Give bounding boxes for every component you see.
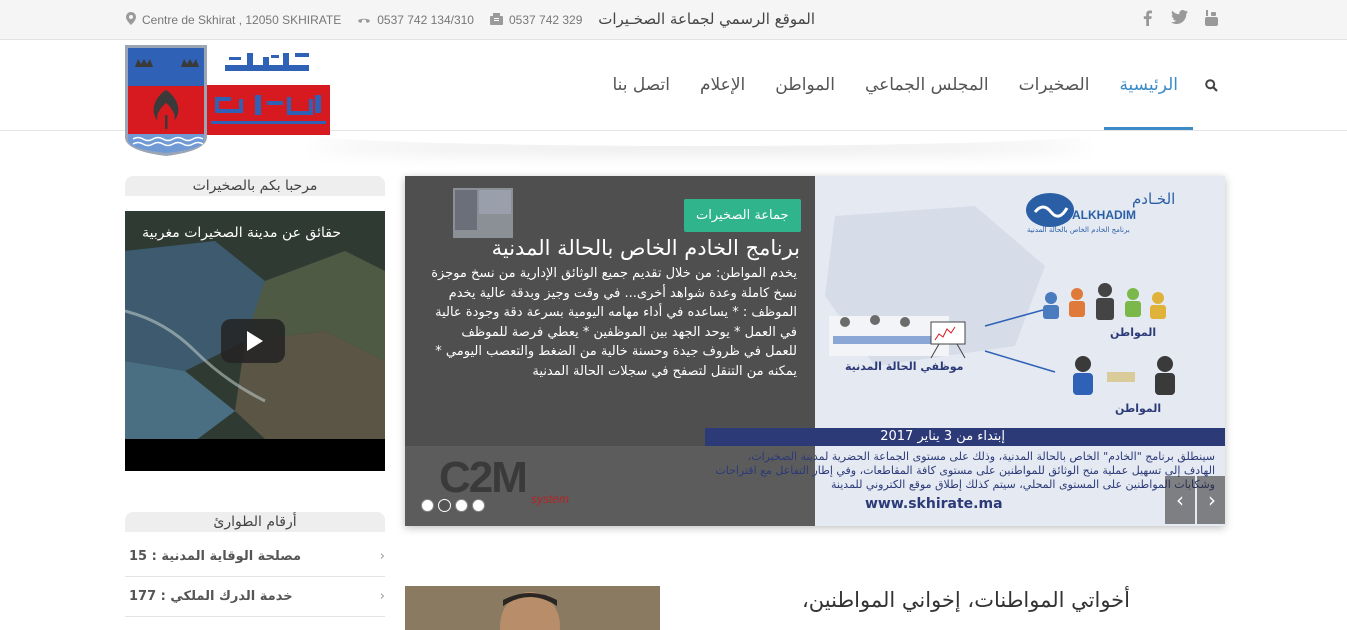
main-nav: الرئيسية الصخيرات المجلس الجماعي المواطن…: [597, 40, 1225, 130]
contact-info: Centre de Skhirat , 12050 SKHIRATE 0537 …: [126, 12, 598, 28]
emergency-item-label: مصلحة الوقاية المدنية : 15: [129, 549, 302, 564]
phone-icon: [357, 13, 371, 27]
video-player[interactable]: حقائق عن مدينة الصخيرات مغربية: [125, 211, 385, 471]
search-icon[interactable]: [1197, 40, 1225, 130]
youtube-icon[interactable]: [1202, 10, 1220, 28]
nav-item-contact[interactable]: اتصل بنا: [597, 40, 685, 130]
emergency-item[interactable]: خدمة الدرك الملكي : 177 ›: [125, 577, 385, 617]
employee-label: موظفي الحالة المدنية: [845, 360, 964, 373]
play-icon: [247, 331, 263, 351]
nav-item-media[interactable]: الإعلام: [685, 40, 760, 130]
play-button[interactable]: [221, 319, 285, 363]
slider-dot-active[interactable]: [438, 499, 451, 512]
c2m-logo: C2M: [439, 453, 528, 502]
slider-dot[interactable]: [472, 499, 485, 512]
welcome-widget-title: مرحبا بكم بالصخيرات: [125, 176, 385, 196]
emergency-item-label: خدمة الدرك الملكي : 177: [129, 589, 293, 604]
fax-text: 0537 742 329: [508, 13, 583, 27]
twitter-icon[interactable]: [1170, 10, 1188, 28]
fax-icon: [489, 12, 503, 28]
c2m-subtitle: system: [531, 492, 570, 506]
slide-title[interactable]: برنامج الخادم الخاص بالحالة المدنية: [492, 236, 800, 260]
article-greeting: أخواتي المواطنات، إخواني المواطنين،: [802, 588, 1130, 612]
mayor-photo: [405, 586, 660, 630]
citizen-label-2: المواطن: [1115, 402, 1162, 415]
top-bar: Centre de Skhirat , 12050 SKHIRATE 0537 …: [0, 0, 1347, 40]
fax-item: 0537 742 329: [489, 12, 583, 28]
slide-url: www.skhirate.ma: [865, 496, 1003, 512]
slide-text: يخدم المواطن: من خلال تقديم جميع الوثائق…: [431, 266, 797, 379]
slider-dot[interactable]: [455, 499, 468, 512]
nav-item-citizen[interactable]: المواطن: [760, 40, 850, 130]
alkhadim-subtitle: برنامج الخادم الخاص بالحالة المدنية: [1027, 226, 1130, 234]
slider-dot[interactable]: [421, 499, 434, 512]
emergency-item[interactable]: مصلحة الوقاية المدنية : 15 ›: [125, 537, 385, 577]
nav-item-council[interactable]: المجلس الجماعي: [850, 40, 1004, 130]
emergency-widget-title: أرقام الطوارئ: [125, 512, 385, 532]
citizen-label-1: المواطن: [1110, 326, 1157, 339]
slider-next-button[interactable]: ›: [1197, 476, 1225, 524]
official-site-label: الموقع الرسمي لجماعة الصخـيرات: [598, 10, 815, 28]
category-badge[interactable]: جماعة الصخيرات: [684, 199, 801, 232]
address-item: Centre de Skhirat , 12050 SKHIRATE: [126, 12, 341, 28]
video-title: حقائق عن مدينة الصخيرات مغربية: [142, 225, 341, 241]
nav-item-skhirat[interactable]: الصخيرات: [1004, 40, 1105, 130]
slide-description: سينطلق برنامج "الخادم" الخاص بالحالة الم…: [715, 450, 1215, 491]
slider-prev-button[interactable]: ‹: [1165, 476, 1195, 524]
slide-start-date: إبتداء من 3 يناير 2017: [705, 428, 1225, 446]
social-links: [1138, 10, 1220, 28]
slider-dots: [421, 499, 485, 512]
alkhadim-brand: ALKHADIM: [1072, 208, 1136, 222]
phone-item: 0537 742 134/310: [357, 13, 474, 27]
slider-arrows: ‹ ›: [1165, 476, 1225, 524]
chevron-right-icon: ›: [379, 549, 385, 564]
chevron-right-icon: ›: [379, 589, 385, 604]
address-text: Centre de Skhirat , 12050 SKHIRATE: [142, 13, 342, 27]
map-marker-icon: [126, 12, 136, 28]
nav-item-home[interactable]: الرئيسية: [1104, 40, 1193, 130]
facebook-icon[interactable]: [1138, 10, 1156, 28]
emergency-list: مصلحة الوقاية المدنية : 15 › خدمة الدرك …: [125, 537, 385, 617]
site-logo[interactable]: [125, 45, 330, 157]
phone-text: 0537 742 134/310: [377, 13, 474, 27]
news-slider[interactable]: الخـادم ALKHADIM برنامج الخادم الخاص بال…: [405, 176, 1225, 526]
